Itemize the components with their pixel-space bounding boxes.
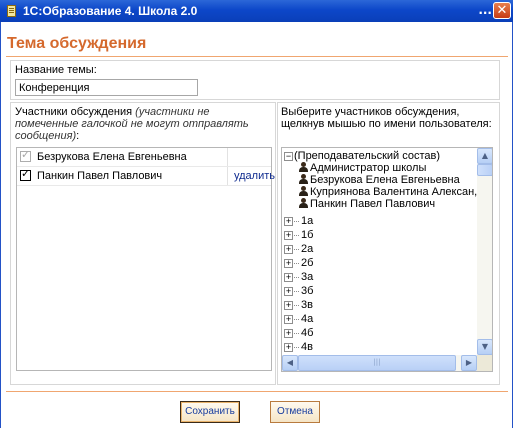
- participant-name: Панкин Павел Павлович: [37, 170, 163, 182]
- tree-class-item[interactable]: +4б: [284, 327, 313, 339]
- tree-user[interactable]: Куприянова Валентина Алексан,: [299, 186, 477, 198]
- tree-class-label: 4в: [301, 341, 313, 353]
- scroll-corner: [477, 355, 492, 371]
- tree-class-item[interactable]: +1б: [284, 229, 313, 241]
- expand-icon[interactable]: +: [284, 230, 293, 240]
- tree-user-label: Куприянова Валентина Алексан,: [310, 186, 478, 198]
- tree-group-label: (Преподавательский состав): [294, 150, 441, 162]
- vertical-scroll-thumb[interactable]: [477, 164, 492, 176]
- tree-user-label: Безрукова Елена Евгеньевна: [310, 174, 460, 186]
- person-icon: [299, 162, 308, 172]
- expand-icon[interactable]: +: [284, 314, 293, 324]
- title-overflow: ...: [478, 3, 492, 17]
- user-tree: − (Преподавательский состав) Администрато…: [281, 147, 493, 372]
- participant-row: ✓ Панкин Павел Павлович удалить: [17, 167, 275, 185]
- heading-divider: [6, 56, 508, 57]
- cancel-button[interactable]: Отмена: [270, 401, 320, 423]
- tree-class-item[interactable]: +3а: [284, 271, 313, 283]
- expand-icon[interactable]: +: [284, 244, 293, 254]
- participants-caption-text: Участники обсуждения: [15, 106, 133, 118]
- scroll-down-icon[interactable]: ▼: [477, 339, 492, 355]
- close-button[interactable]: ✕: [493, 2, 511, 19]
- participant-checkbox: ✓: [20, 148, 31, 162]
- tree-class-item[interactable]: +2а: [284, 243, 313, 255]
- participant-name: Безрукова Елена Евгеньевна: [37, 151, 187, 163]
- horizontal-scrollbar[interactable]: ◀ ||| ▶: [282, 355, 477, 371]
- row-divider: [17, 185, 271, 186]
- tree-class-item[interactable]: +3б: [284, 285, 313, 297]
- expand-icon[interactable]: +: [284, 258, 293, 268]
- expand-icon[interactable]: +: [284, 342, 293, 352]
- expand-icon[interactable]: +: [284, 328, 293, 338]
- window-title: 1С:Образование 4. Школа 2.0: [23, 4, 198, 18]
- tree-class-label: 2б: [301, 257, 314, 269]
- app-document-icon: [5, 4, 18, 18]
- person-icon: [299, 186, 308, 196]
- tree-class-label: 1б: [301, 229, 314, 241]
- tree-class-label: 4б: [301, 327, 314, 339]
- tree-group-staff[interactable]: − (Преподавательский состав): [284, 150, 440, 162]
- participant-checkbox[interactable]: ✓: [20, 167, 31, 181]
- page-title: Тема обсуждения: [7, 35, 147, 52]
- expand-icon[interactable]: +: [284, 286, 293, 296]
- scroll-up-icon[interactable]: ▲: [477, 148, 492, 164]
- scroll-left-icon[interactable]: ◀: [282, 355, 298, 371]
- tree-class-label: 3а: [301, 271, 314, 283]
- tree-user[interactable]: Администратор школы: [299, 162, 426, 174]
- tree-class-label: 1а: [301, 215, 314, 227]
- expand-icon[interactable]: +: [284, 300, 293, 310]
- save-button[interactable]: Сохранить: [180, 401, 240, 423]
- tree-class-label: 2а: [301, 243, 314, 255]
- tree-class-item[interactable]: +4а: [284, 313, 313, 325]
- tree-class-item[interactable]: +1а: [284, 215, 313, 227]
- tree-class-label: 3в: [301, 299, 313, 311]
- tree-user-label: Администратор школы: [310, 162, 427, 174]
- tree-class-item[interactable]: +4в: [284, 341, 313, 353]
- footer-divider: [6, 391, 508, 392]
- tree-class-item[interactable]: +2б: [284, 257, 313, 269]
- row-separator: [227, 148, 228, 166]
- collapse-icon[interactable]: −: [284, 151, 293, 161]
- title-bar[interactable]: 1С:Образование 4. Школа 2.0 ... ✕: [0, 0, 513, 22]
- scroll-right-icon[interactable]: ▶: [461, 355, 477, 371]
- participants-caption: Участники обсуждения (участники не помеч…: [15, 106, 271, 142]
- participants-list: ✓ Безрукова Елена Евгеньевна ✓ Панкин Па…: [16, 147, 275, 371]
- tree-class-label: 4а: [301, 313, 314, 325]
- horizontal-scroll-thumb[interactable]: |||: [298, 355, 456, 371]
- expand-icon[interactable]: +: [284, 272, 293, 282]
- participant-row: ✓ Безрукова Елена Евгеньевна: [17, 148, 271, 166]
- row-separator: [227, 167, 228, 185]
- remove-participant-link[interactable]: удалить: [234, 170, 275, 182]
- tree-user[interactable]: Безрукова Елена Евгеньевна: [299, 174, 460, 186]
- topic-label: Название темы:: [15, 64, 97, 76]
- person-icon: [299, 198, 308, 208]
- tree-user-label: Панкин Павел Павлович: [310, 198, 436, 210]
- tree-class-label: 3б: [301, 285, 314, 297]
- selector-caption: Выберите участников обсуждения, щелкнув …: [281, 106, 492, 130]
- tree-user[interactable]: Панкин Павел Павлович: [299, 198, 435, 210]
- expand-icon[interactable]: +: [284, 216, 293, 226]
- topic-input[interactable]: [15, 79, 198, 96]
- vertical-scrollbar[interactable]: ▲ ▼: [477, 148, 492, 355]
- tree-class-item[interactable]: +3в: [284, 299, 313, 311]
- participants-caption-suffix: :: [76, 130, 80, 142]
- person-icon: [299, 174, 308, 184]
